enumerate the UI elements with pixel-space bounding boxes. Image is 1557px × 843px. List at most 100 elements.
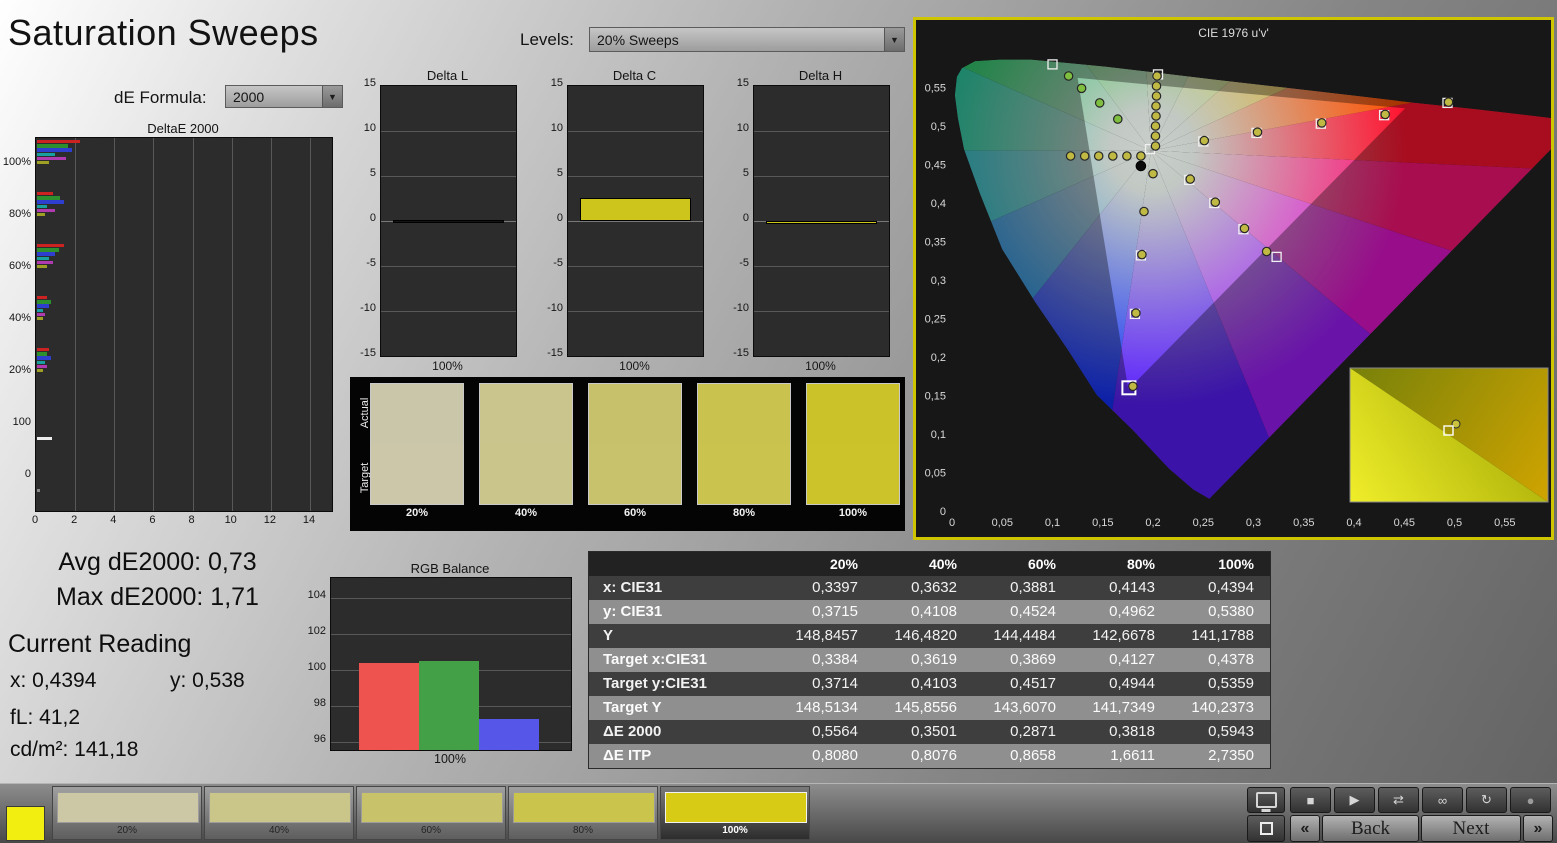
measurement-point [1081, 152, 1089, 160]
cie-y-tick: 0,55 [925, 83, 946, 95]
gridline [310, 138, 311, 511]
pattern-swatch-button-60%[interactable]: 60% [356, 786, 506, 840]
next-button-label: Next [1453, 818, 1490, 840]
back-button[interactable]: Back [1322, 815, 1419, 842]
deltae-y-axis-label: 20% [0, 364, 31, 376]
actual-swatch [371, 384, 463, 444]
table-cell: 0,3818 [1072, 720, 1171, 744]
cie-chart-panel: CIE 1976 u'v' 00,050,10,150,20,250,30,35… [913, 17, 1554, 540]
deltae-bar [37, 309, 43, 312]
deltae-bar [37, 140, 80, 143]
cie-y-tick: 0,4 [931, 198, 946, 210]
back-button-label: Back [1351, 818, 1390, 840]
deltae-chart-title: DeltaE 2000 [35, 121, 331, 136]
table-cell: 0,4962 [1072, 600, 1171, 624]
table-cell: 100% [1171, 552, 1270, 576]
cie-x-tick: 0 [949, 517, 955, 529]
measurement-point [1151, 122, 1159, 130]
rgb-bar-red [359, 663, 419, 750]
record-circle-icon: ● [1527, 793, 1535, 808]
swatch-compare-box [370, 383, 464, 505]
deltae-bar [37, 437, 52, 440]
gridline [568, 131, 703, 132]
cie-x-tick: 0,15 [1092, 517, 1113, 529]
table-cell: 0,4517 [973, 672, 1072, 696]
deltae-bar [37, 313, 45, 316]
swatch-compare-panel: Actual Target 20%40%60%80%100% [350, 377, 905, 531]
cie-x-tick: 0,1 [1045, 517, 1060, 529]
levels-dropdown[interactable]: 20% Sweeps ▼ [589, 27, 905, 52]
table-cell: 0,4127 [1072, 648, 1171, 672]
delta-x-axis-label: 100% [567, 359, 702, 373]
measurement-point [1066, 152, 1074, 160]
chevron-down-icon: ▼ [884, 28, 904, 51]
gridline [193, 138, 194, 511]
rgb-bar-blue [479, 719, 539, 750]
deltae-x-axis-label: 14 [294, 514, 324, 526]
cie-x-tick: 0,3 [1246, 517, 1261, 529]
delta-y-axis-label: -15 [344, 347, 376, 359]
current-fl-value: fL: 41,2 [10, 706, 80, 730]
actual-swatch [589, 384, 681, 444]
cie-x-tick: 0,55 [1494, 517, 1515, 529]
deltae-bar [37, 317, 43, 320]
pattern-swatch-button-40%[interactable]: 40% [204, 786, 354, 840]
delta-y-axis-label: 10 [717, 122, 749, 134]
gridline [114, 138, 115, 511]
deltae-bar [37, 148, 72, 151]
next-button[interactable]: Next [1421, 815, 1521, 842]
cie-x-tick: 0,5 [1447, 517, 1462, 529]
page-title: Saturation Sweeps [8, 12, 319, 54]
deltae-bar [37, 157, 66, 160]
display-button[interactable] [1247, 787, 1285, 813]
target-swatch [371, 444, 463, 504]
cie-y-tick: 0,05 [925, 468, 946, 480]
continuous-read-button[interactable]: ∞ [1422, 787, 1463, 813]
table-cell: 0,4944 [1072, 672, 1171, 696]
step-button[interactable]: ⇄ [1378, 787, 1419, 813]
pattern-swatch-label: 60% [357, 825, 505, 836]
table-row: x: CIE310,33970,36320,38810,41430,4394 [589, 576, 1270, 600]
cie-y-tick: 0,15 [925, 391, 946, 403]
play-button[interactable]: ▶ [1334, 787, 1375, 813]
delta-y-axis-label: -5 [531, 257, 563, 269]
measurement-point [1095, 152, 1103, 160]
levels-value: 20% Sweeps [590, 32, 884, 48]
table-cell: 0,3881 [973, 576, 1072, 600]
refresh-button[interactable]: ↻ [1466, 787, 1507, 813]
table-cell: 0,3869 [973, 648, 1072, 672]
pattern-window-button[interactable] [1247, 815, 1285, 842]
measurement-point [1152, 82, 1160, 90]
measurement-point [1109, 152, 1117, 160]
cie-chart-title: CIE 1976 u'v' [916, 26, 1551, 40]
deltae-x-axis-label: 4 [98, 514, 128, 526]
table-cell: x: CIE31 [589, 576, 775, 600]
gridline [754, 266, 889, 267]
deltae-y-axis-label: 100 [0, 416, 31, 428]
record-button[interactable]: ● [1510, 787, 1551, 813]
rgb-y-axis-label: 102 [296, 625, 326, 637]
measurement-point [1211, 198, 1219, 206]
measurement-point-green [1077, 84, 1085, 92]
delta-bar [580, 198, 691, 221]
measurement-point [1240, 224, 1248, 232]
de-formula-label: dE Formula: [114, 88, 207, 108]
next-chevron-button[interactable]: » [1523, 815, 1553, 842]
monitor-icon [1256, 792, 1277, 808]
de-formula-dropdown[interactable]: 2000 ▼ [225, 85, 343, 108]
measurement-point [1444, 98, 1452, 106]
measurement-point [1140, 207, 1148, 215]
table-row: ΔE 20000,55640,35010,28710,38180,5943 [589, 720, 1270, 744]
pattern-swatch-button-80%[interactable]: 80% [508, 786, 658, 840]
chevrons-right-icon: » [1534, 820, 1543, 838]
pattern-swatch [57, 792, 199, 823]
pattern-swatch-button-20%[interactable]: 20% [52, 786, 202, 840]
back-chevron-button[interactable]: « [1290, 815, 1320, 842]
stop-button[interactable]: ■ [1290, 787, 1331, 813]
table-cell: Target y:CIE31 [589, 672, 775, 696]
pattern-swatch-button-100%[interactable]: 100% [660, 786, 810, 840]
refresh-icon: ↻ [1481, 792, 1492, 808]
table-cell: 0,3397 [775, 576, 874, 600]
table-cell: 148,8457 [775, 624, 874, 648]
deltae-bar [37, 265, 47, 268]
